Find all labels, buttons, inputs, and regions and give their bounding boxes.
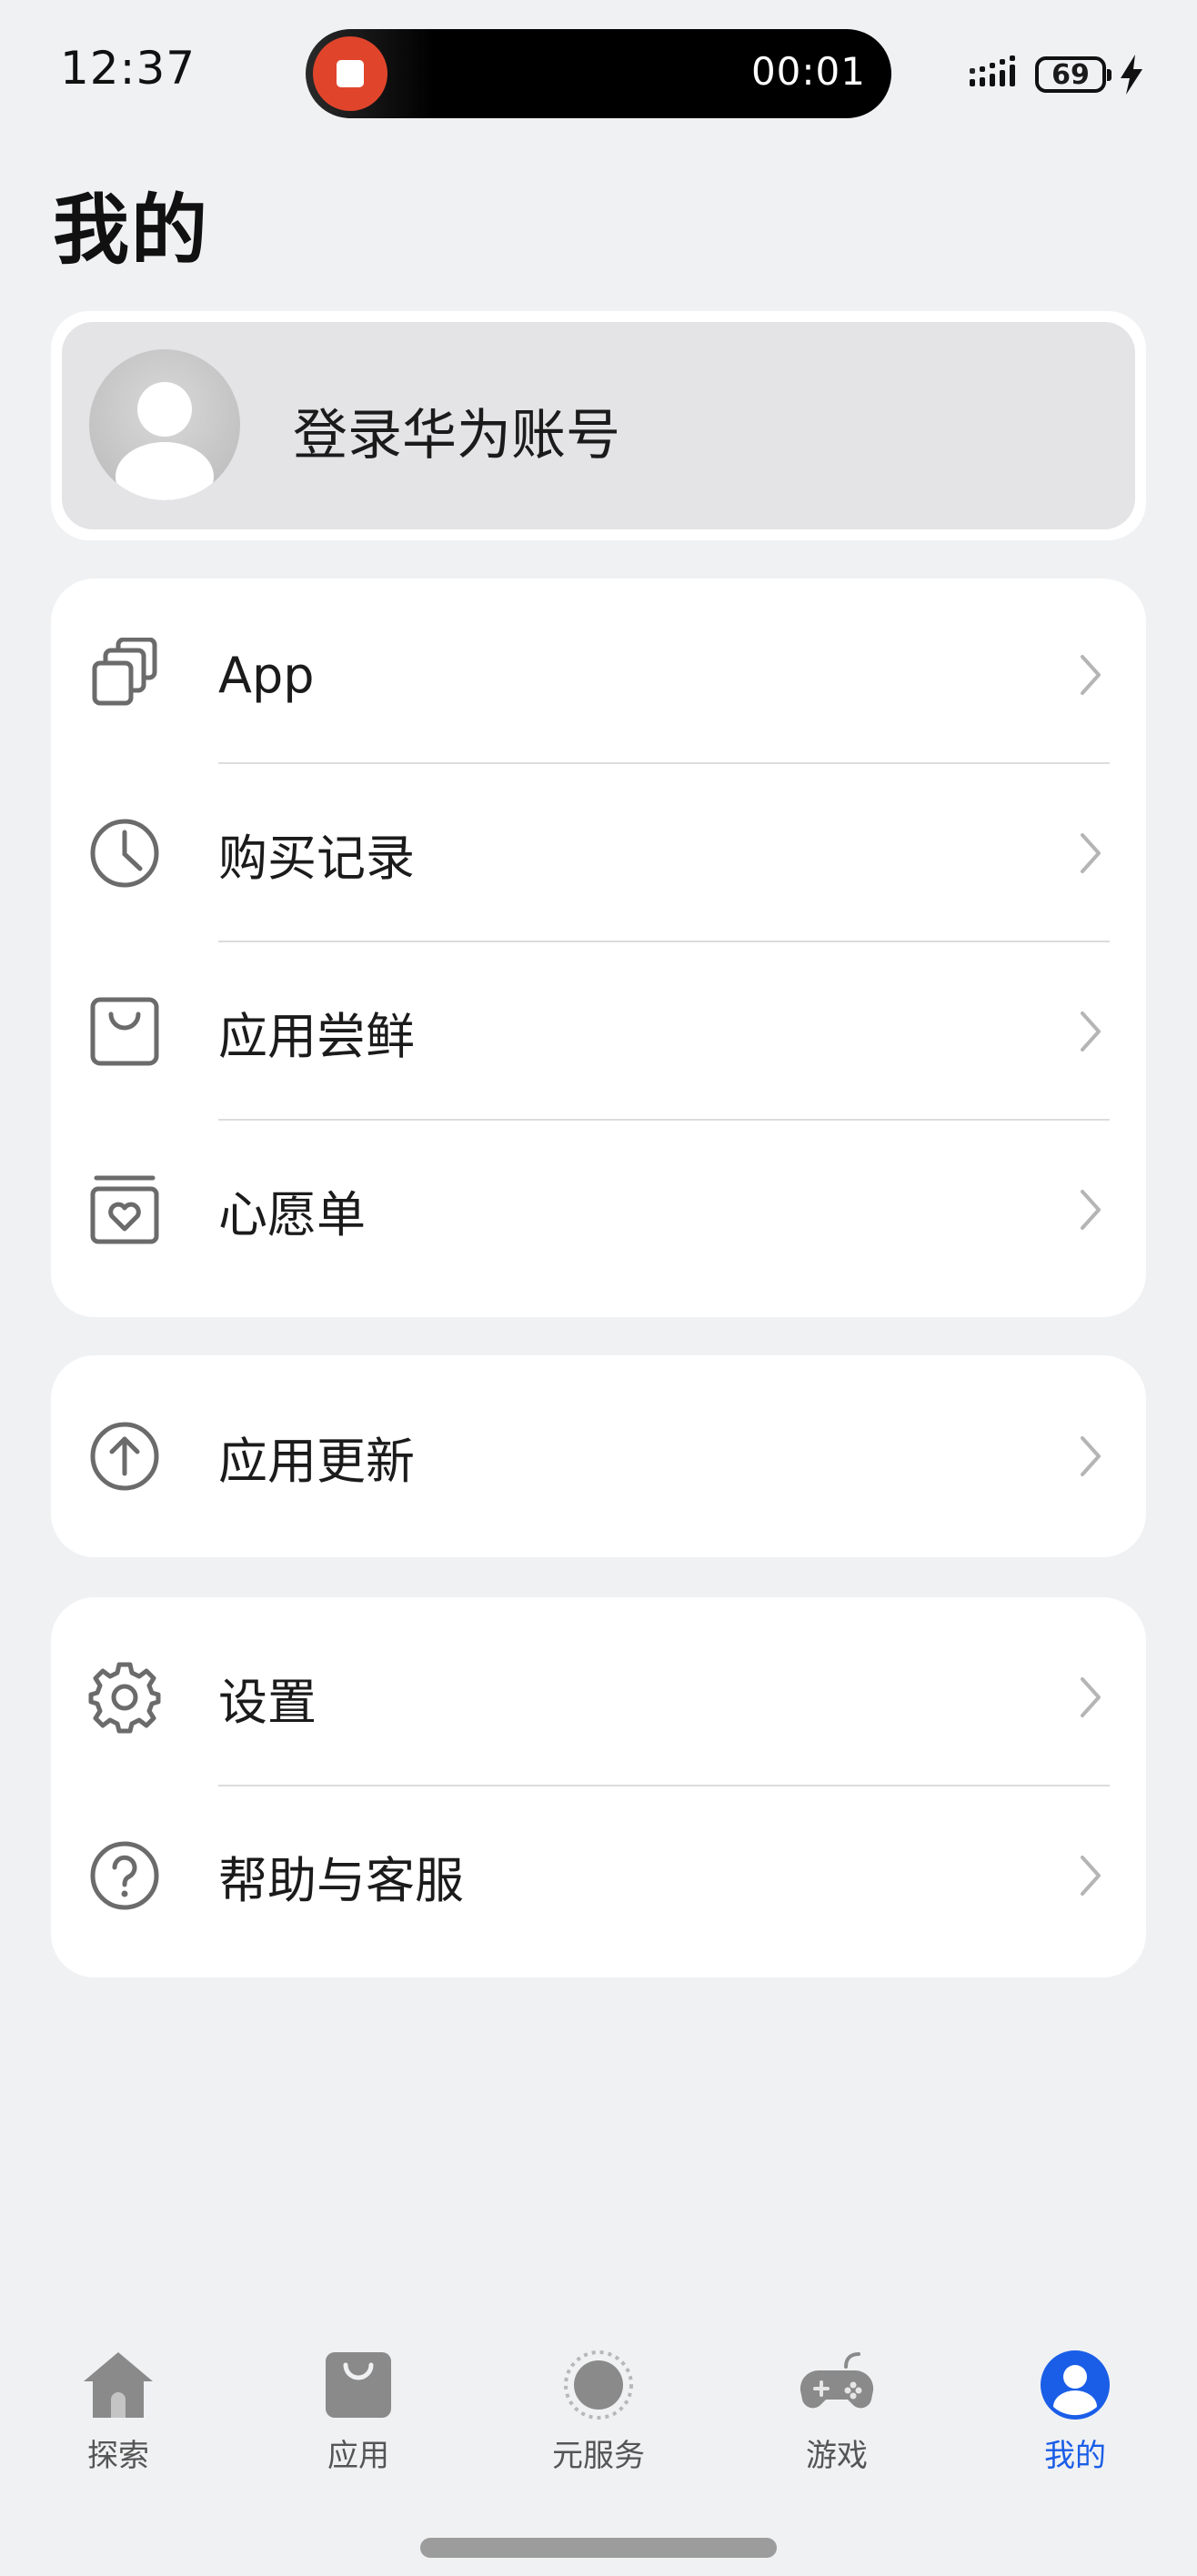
home-icon	[84, 2352, 153, 2418]
apps-stack-icon	[92, 638, 157, 706]
stop-recording-icon[interactable]	[313, 36, 387, 111]
chevron-right-icon	[1081, 1677, 1101, 1717]
menu-item-label: 帮助与客服	[218, 1851, 464, 1909]
nav-label: 元服务	[552, 2438, 645, 2474]
gear-icon	[88, 1662, 161, 1734]
menu-item-app[interactable]: App	[51, 586, 1146, 764]
home-indicator[interactable]	[420, 2538, 777, 2558]
profile-icon	[1041, 2350, 1110, 2420]
chevron-right-icon	[1081, 1190, 1101, 1230]
login-label: 登录华为账号	[293, 404, 620, 468]
nav-label: 应用	[327, 2438, 389, 2474]
menu-item-label: 应用尝鲜	[218, 1007, 415, 1065]
signal-icon	[970, 55, 1015, 86]
nav-label: 探索	[87, 2438, 149, 2474]
account-card[interactable]: 登录华为账号	[51, 311, 1146, 540]
chevron-right-icon	[1081, 655, 1101, 695]
status-bar: 12:37 00:01 69	[0, 0, 1197, 146]
nav-label: 我的	[1044, 2438, 1106, 2474]
nav-tab-explore[interactable]: 探索	[27, 2329, 209, 2492]
menu-item-label: 设置	[218, 1673, 317, 1731]
nav-label: 游戏	[806, 2438, 868, 2474]
menu-item-help-support[interactable]: 帮助与客服	[51, 1786, 1146, 1965]
battery-level: 69	[1051, 58, 1090, 91]
nav-tab-me[interactable]: 我的	[984, 2329, 1166, 2492]
menu-item-wishlist[interactable]: 心愿单	[51, 1121, 1146, 1299]
charging-bolt-icon	[1121, 55, 1142, 95]
login-button[interactable]: 登录华为账号	[62, 322, 1135, 529]
gamepad-icon	[800, 2352, 874, 2409]
nav-tab-games[interactable]: 游戏	[746, 2329, 928, 2492]
nav-tab-apps[interactable]: 应用	[267, 2329, 449, 2492]
atomic-service-icon	[564, 2350, 633, 2420]
menu-item-label: App	[218, 646, 315, 704]
nav-tab-atomic-services[interactable]: 元服务	[508, 2329, 689, 2492]
menu-item-label: 应用更新	[218, 1432, 415, 1490]
menu-group-updates: 应用更新	[51, 1355, 1146, 1557]
default-avatar-icon	[89, 349, 240, 500]
chevron-right-icon	[1081, 1436, 1101, 1476]
menu-item-label: 心愿单	[218, 1185, 366, 1243]
menu-item-settings[interactable]: 设置	[51, 1608, 1146, 1786]
bottom-navigation: 探索 应用 元服务 游戏 我的	[0, 2329, 1197, 2492]
chevron-right-icon	[1081, 1856, 1101, 1896]
update-arrow-icon	[90, 1422, 159, 1491]
menu-item-app-trial[interactable]: 应用尝鲜	[51, 942, 1146, 1121]
menu-group-main: App 购买记录 应用尝鲜 心愿单	[51, 579, 1146, 1317]
shopping-bag-icon	[90, 997, 159, 1066]
clock-icon	[90, 819, 159, 888]
page-title: 我的	[53, 186, 210, 275]
screen-recording-pill[interactable]: 00:01	[306, 29, 891, 118]
menu-item-label: 购买记录	[218, 829, 415, 887]
menu-item-app-updates[interactable]: 应用更新	[51, 1367, 1146, 1545]
wishlist-heart-icon	[90, 1175, 159, 1244]
app-bag-icon	[326, 2352, 391, 2418]
menu-item-purchase-history[interactable]: 购买记录	[51, 764, 1146, 942]
recording-timer: 00:01	[750, 49, 866, 94]
help-question-icon	[90, 1841, 159, 1910]
menu-group-settings: 设置 帮助与客服	[51, 1597, 1146, 1977]
battery-icon: 69	[1035, 56, 1112, 93]
chevron-right-icon	[1081, 1011, 1101, 1052]
status-icons: 69	[970, 53, 1144, 96]
chevron-right-icon	[1081, 833, 1101, 873]
status-time: 12:37	[60, 42, 196, 95]
